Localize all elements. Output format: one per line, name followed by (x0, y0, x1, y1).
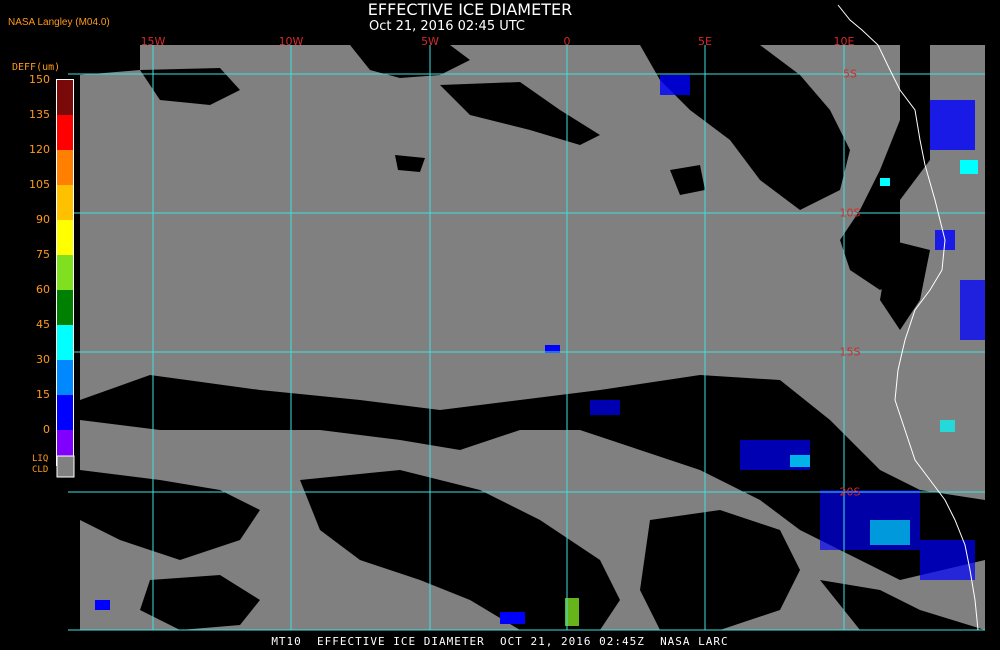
ice-pixel (940, 420, 955, 432)
legend-tick-label: 30 (36, 353, 50, 366)
map-timestamp: Oct 21, 2016 02:45 UTC (369, 19, 525, 34)
liquid-cloud-label-line1: LIQ (32, 454, 49, 464)
legend-tick-label: 0 (43, 423, 50, 436)
legend-swatch (57, 220, 73, 255)
map-canvas (56, 4, 985, 631)
latitude-label: 5S (843, 67, 857, 81)
ice-pixel (960, 280, 985, 340)
longitude-label: 5W (421, 35, 439, 48)
legend-tick-label: 90 (36, 213, 50, 226)
legend-tick-label: 150 (29, 73, 50, 86)
legend-swatch (57, 80, 73, 115)
map-title: EFFECTIVE ICE DIAMETER (367, 0, 573, 19)
latitude-label: 20S (839, 485, 861, 499)
longitude-label: 15W (140, 35, 166, 48)
ice-pixel (920, 540, 975, 580)
longitude-label: 0 (563, 35, 571, 48)
ice-pixel (880, 178, 890, 186)
legend-swatch (57, 255, 73, 290)
legend-swatch (57, 115, 73, 150)
latitude-label: 10S (839, 206, 861, 220)
liquid-cloud-label: LIQ CLD (32, 454, 52, 476)
satellite-map-view: EFFECTIVE ICE DIAMETER Oct 21, 2016 02:4… (0, 0, 1000, 650)
producer-credit: NASA Langley (M04.0) (8, 17, 110, 28)
legend-swatch (57, 360, 73, 395)
latitude-label: 15S (839, 345, 861, 359)
legend-title: DEFF(um) (12, 62, 61, 73)
ice-pixel (960, 160, 978, 174)
legend-tick-label: 75 (36, 248, 50, 261)
legend-tick-label: 105 (29, 178, 50, 191)
legend-swatch (57, 290, 73, 325)
ice-pixel (500, 612, 525, 624)
legend-swatch (57, 185, 73, 220)
clear-strip-top-left (80, 45, 140, 75)
legend-tick-label: 120 (29, 143, 50, 156)
legend-swatch (57, 395, 73, 430)
longitude-label: 5E (698, 35, 712, 48)
legend-tick-label: 60 (36, 283, 50, 296)
liquid-cloud-swatch (56, 455, 75, 478)
clear-patch-small-b (395, 155, 425, 172)
legend-tick-label: 45 (36, 318, 50, 331)
longitude-label: 10E (833, 35, 855, 48)
ice-pixel (660, 75, 690, 95)
legend-swatch (57, 325, 73, 360)
ice-pixel (790, 455, 810, 467)
legend-tick-label: 15 (36, 388, 50, 401)
ice-pixel (930, 100, 975, 150)
ice-pixel (95, 600, 110, 610)
legend-tick-label: 135 (29, 108, 50, 121)
longitude-label: 10W (278, 35, 304, 48)
ice-pixel (590, 400, 620, 415)
ice-pixel (870, 520, 910, 545)
legend-swatch (57, 150, 73, 185)
liquid-cloud-label-line2: CLD (32, 465, 49, 475)
footer-caption: MT10 EFFECTIVE ICE DIAMETER OCT 21, 2016… (271, 635, 729, 648)
